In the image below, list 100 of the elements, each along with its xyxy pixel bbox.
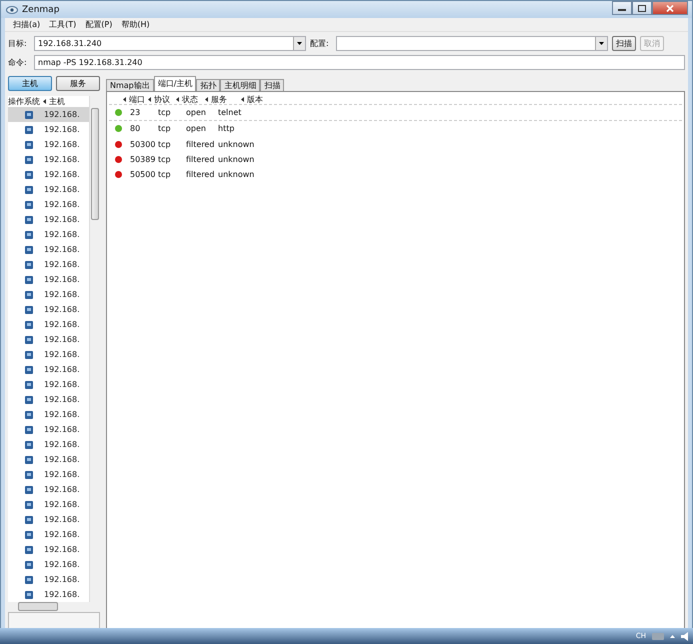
host-address: 192.168. [44, 575, 80, 584]
table-cell-text: open [186, 124, 207, 134]
host-address: 192.168. [44, 320, 80, 329]
column-header[interactable]: 端口 [123, 94, 148, 104]
host-row[interactable]: 192.168. [8, 392, 89, 407]
sort-arrow-icon[interactable] [176, 96, 179, 102]
host-row[interactable]: 192.168. [8, 557, 89, 572]
sort-arrow-icon[interactable] [148, 96, 151, 102]
table-cell-text: filtered [186, 155, 216, 164]
host-row[interactable]: 192.168. [8, 272, 89, 287]
host-address: 192.168. [44, 590, 80, 599]
host-address: 192.168. [44, 260, 80, 269]
table-cell: telnet [218, 108, 242, 118]
host-row[interactable]: 192.168. [8, 452, 89, 467]
close-button[interactable] [652, 1, 688, 15]
maximize-icon [638, 4, 646, 12]
caret-icon[interactable] [670, 634, 675, 638]
host-row[interactable]: 192.168. [8, 197, 89, 212]
host-row[interactable]: 192.168. [8, 107, 89, 122]
sort-arrow-icon[interactable] [205, 96, 208, 102]
table-cell-text: 80 [130, 124, 142, 134]
host-address: 192.168. [44, 215, 80, 224]
host-row[interactable]: 192.168. [8, 527, 89, 542]
column-header[interactable]: 操作系统 [8, 96, 40, 107]
host-address: 192.168. [44, 380, 80, 389]
host-address: 192.168. [44, 275, 80, 284]
host-row[interactable]: 192.168. [8, 227, 89, 242]
host-row[interactable]: 192.168. [8, 257, 89, 272]
menu-item[interactable]: 工具(T) [49, 19, 76, 30]
table-cell-text: 50300 [130, 140, 156, 149]
host-address: 192.168. [44, 125, 80, 134]
tab[interactable]: 端口/主机 [154, 76, 196, 91]
host-row[interactable]: 192.168. [8, 542, 89, 557]
host-address: 192.168. [44, 560, 80, 569]
host-address: 192.168. [44, 155, 80, 164]
host-row[interactable]: 192.168. [8, 122, 89, 137]
dropdown-icon[interactable] [293, 37, 305, 50]
host-row[interactable]: 192.168. [8, 287, 89, 302]
target-field[interactable]: 192.168.31.240 [34, 36, 306, 51]
column-header[interactable]: 状态 [176, 94, 205, 104]
menu-item[interactable]: 配置(P) [85, 19, 112, 30]
eye-icon [6, 6, 18, 14]
host-row[interactable]: 192.168. [8, 407, 89, 422]
menu-item[interactable]: 帮助(H) [121, 19, 150, 30]
command-field[interactable]: nmap -PS 192.168.31.240 [34, 55, 685, 70]
host-row[interactable]: 192.168. [8, 377, 89, 392]
host-row[interactable]: 192.168. [8, 482, 89, 497]
host-address: 192.168. [44, 245, 80, 254]
view-toggle-button[interactable]: 服务 [56, 76, 100, 91]
table-cell-text: 23 [130, 108, 142, 118]
host-row[interactable]: 192.168. [8, 212, 89, 227]
table-cell: unknown [218, 170, 254, 180]
host-row[interactable]: 192.168. [8, 182, 89, 197]
host-row[interactable]: 192.168. [8, 332, 89, 347]
host-address: 192.168. [44, 440, 80, 449]
host-address: 192.168. [44, 110, 80, 119]
view-toggle-button[interactable]: 主机 [8, 76, 52, 91]
table-cell: http [218, 124, 234, 134]
host-row[interactable]: 192.168. [8, 167, 89, 182]
column-header[interactable]: 协议 [148, 94, 176, 104]
host-row[interactable]: 192.168. [8, 152, 89, 167]
host-address: 192.168. [44, 350, 80, 359]
table-cell: unknown [218, 140, 254, 149]
host-row[interactable]: 192.168. [8, 422, 89, 437]
table-cell-text: tcp [158, 170, 172, 180]
host-row[interactable]: 192.168. [8, 587, 89, 602]
host-address: 192.168. [44, 410, 80, 419]
sort-arrow-icon[interactable] [43, 99, 46, 104]
table-cell-text: tcp [158, 124, 172, 134]
host-row[interactable]: 192.168. [8, 467, 89, 482]
host-row[interactable]: 192.168. [8, 347, 89, 362]
sort-arrow-icon[interactable] [123, 96, 126, 102]
column-header[interactable]: 版本 [241, 94, 263, 104]
host-row[interactable]: 192.168. [8, 302, 89, 317]
speaker-icon[interactable] [681, 632, 689, 640]
minimize-button[interactable] [612, 1, 632, 15]
tab[interactable]: 扫描 [260, 79, 284, 91]
host-row[interactable]: 192.168. [8, 572, 89, 587]
menu-item[interactable]: 扫描(a) [13, 19, 40, 30]
host-row[interactable]: 192.168. [8, 437, 89, 452]
column-header[interactable]: 主机 [43, 96, 65, 107]
profile-field[interactable] [336, 36, 608, 51]
scan-button[interactable]: 扫描 [612, 36, 636, 51]
maximize-button[interactable] [632, 1, 652, 15]
host-address: 192.168. [44, 290, 80, 299]
profile-label: 配置: [310, 38, 330, 49]
sort-arrow-icon[interactable] [241, 96, 244, 102]
host-row[interactable]: 192.168. [8, 362, 89, 377]
tab[interactable]: 主机明细 [220, 79, 260, 91]
host-row[interactable]: 192.168. [8, 137, 89, 152]
dropdown-icon[interactable] [595, 37, 607, 50]
tab[interactable]: Nmap输出 [106, 79, 154, 91]
host-row[interactable]: 192.168. [8, 317, 89, 332]
host-row[interactable]: 192.168. [8, 512, 89, 527]
column-header[interactable]: 服务 [205, 94, 241, 104]
host-row[interactable]: 192.168. [8, 242, 89, 257]
table-cell-text: 50389 [130, 155, 156, 164]
host-row[interactable]: 192.168. [8, 497, 89, 512]
host-address: 192.168. [44, 185, 80, 194]
tab[interactable]: 拓扑 [196, 79, 220, 91]
